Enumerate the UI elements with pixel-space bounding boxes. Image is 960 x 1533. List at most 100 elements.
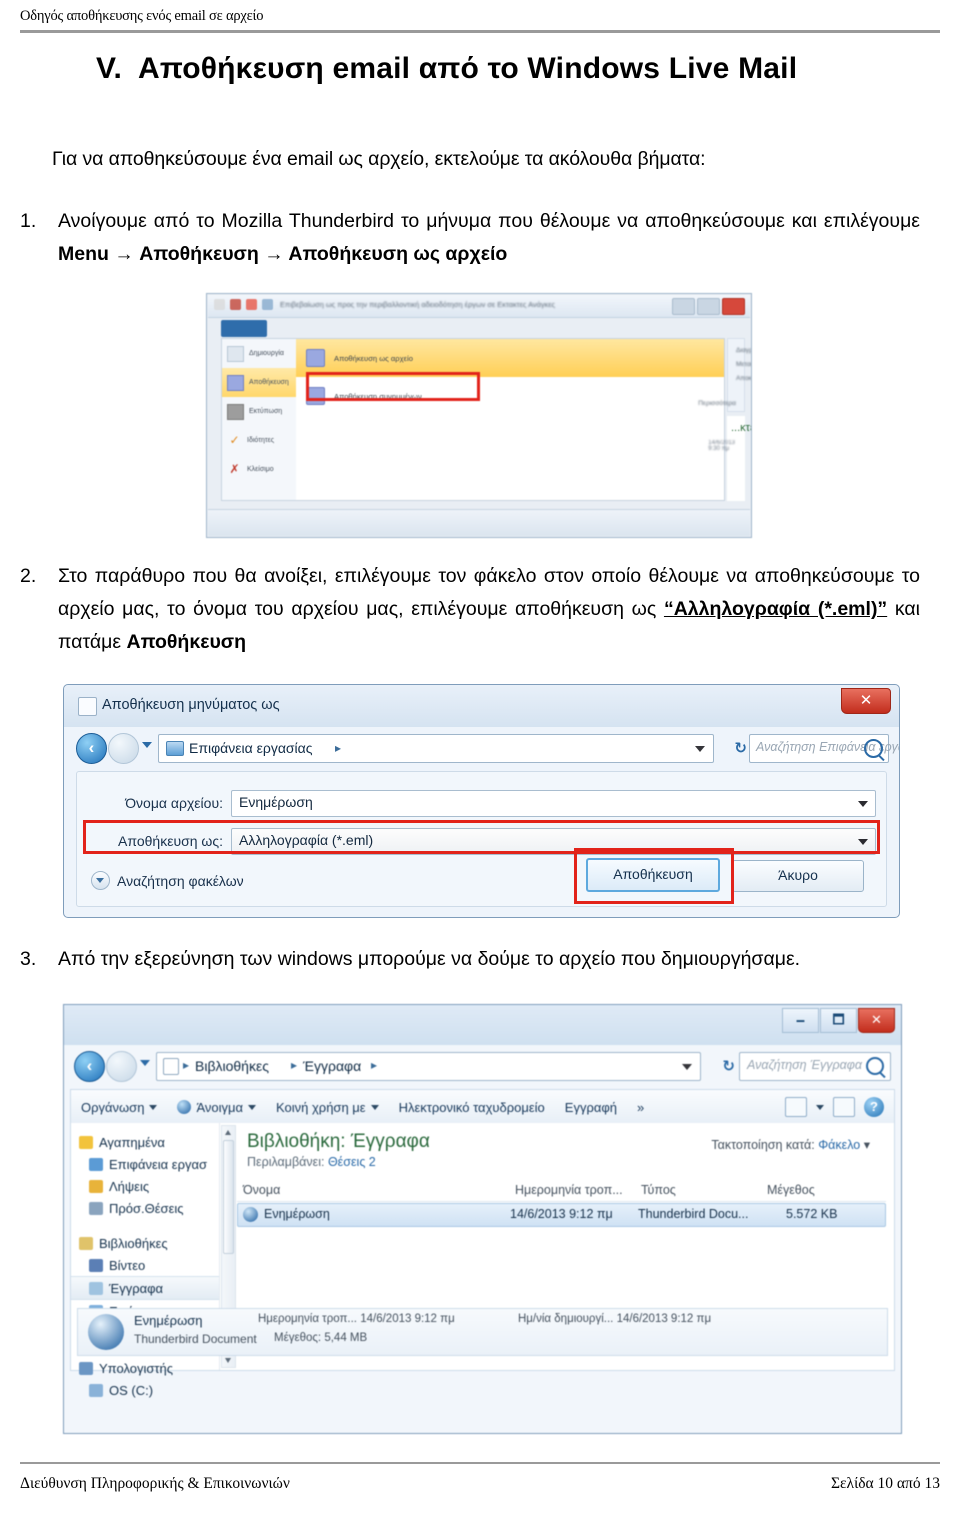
downloads-icon (89, 1179, 103, 1193)
dialog-nav-bar: ‹ Επιφάνεια εργασίας ▸ ↻ Αναζήτηση Επιφά… (64, 727, 899, 769)
step-1-text: Ανοίγουμε από το Mozilla Thunderbird το … (58, 210, 920, 232)
details-created-value: 14/6/2013 9:12 πμ (616, 1313, 712, 1325)
backstage-item-new[interactable]: Δημιουργία (222, 339, 296, 368)
toolbar-email[interactable]: Ηλεκτρονικό ταχυδρομείο (389, 1100, 555, 1115)
screenshot-thunderbird-menu: Επιβεβαίωση ως προς την περιβαλλοντική α… (206, 293, 752, 538)
backstage-item-close[interactable]: ✗ Κλείσιμο (222, 455, 296, 484)
file-name-input[interactable]: Ενημέρωση (231, 789, 876, 817)
refresh-icon[interactable]: ↻ (734, 739, 747, 757)
close-icon[interactable]: ✕ (858, 1008, 895, 1033)
step-1-bold: Menu → Αποθήκευση → Αποθήκευση ως αρχείο (58, 243, 508, 265)
back-arrow-icon[interactable]: ‹ (74, 1051, 105, 1082)
details-size-value: 5,44 MB (324, 1332, 368, 1344)
recent-locations-chevron-icon[interactable] (142, 742, 152, 748)
checkmark-icon: ✓ (229, 432, 240, 447)
help-icon[interactable]: ? (864, 1097, 884, 1117)
search-placeholder: Αναζήτηση Έγγραφα (747, 1058, 863, 1072)
minimize-icon[interactable]: 🗕 (782, 1008, 819, 1033)
address-dropdown-icon[interactable] (682, 1064, 692, 1070)
breadcrumb-sep-2-icon: ▸ (371, 1058, 378, 1072)
step-2-number: 2. (20, 565, 37, 587)
column-header-type[interactable]: Τύπος (641, 1183, 676, 1197)
cancel-button[interactable]: Άκυρο (732, 860, 864, 892)
chevron-down-icon (91, 871, 110, 890)
sidebar-item-computer[interactable]: Υπολογιστής (71, 1357, 219, 1379)
refresh-icon[interactable]: ↻ (722, 1057, 735, 1075)
dialog-search-box[interactable]: Αναζήτηση Επιφάνεια εργασί... (749, 734, 899, 763)
search-icon (864, 739, 883, 758)
backstage-item-properties[interactable]: ✓ Ιδιότητες (222, 426, 296, 455)
explorer-window-controls[interactable]: 🗕 🗖 ✕ (782, 1008, 895, 1033)
view-layout-icon[interactable] (785, 1097, 807, 1117)
sidebar-item-computer-label: Υπολογιστής (99, 1360, 174, 1376)
back-arrow-icon[interactable]: ‹ (76, 733, 107, 764)
table-row[interactable]: Ενημέρωση 14/6/2013 9:12 πμ Thunderbird … (237, 1203, 886, 1227)
file-list-column-headers: Όνομα Ημερομηνία τροπ... Τύπος Μέγεθος (237, 1179, 886, 1202)
sidebar-item-recent-places[interactable]: Πρόσ.Θέσεις (71, 1197, 219, 1219)
sidebar-item-desktop[interactable]: Επιφάνεια εργασ (71, 1153, 219, 1175)
close-icon[interactable] (722, 298, 745, 315)
column-header-modified[interactable]: Ημερομηνία τροπ... (515, 1183, 623, 1197)
documents-icon (89, 1281, 103, 1295)
backstage-item-save[interactable]: Αποθήκευση (222, 368, 296, 397)
sidebar-item-libraries-label: Βιβλιοθήκες (99, 1235, 168, 1251)
breadcrumb-libraries[interactable]: Βιβλιοθήκες (195, 1058, 269, 1074)
address-breadcrumb-bar[interactable]: ▸ Βιβλιοθήκες ▸ Έγγραφα ▸ (156, 1052, 701, 1081)
chevron-down-icon (149, 1104, 158, 1110)
file-ribbon-tab[interactable] (221, 320, 267, 337)
message-preview-area: ...κτες Ανάγκες 14/6/2013 9:30 πμ ΙΜΕΚ 8… (708, 416, 751, 501)
maximize-icon[interactable] (697, 298, 720, 315)
breadcrumb-documents[interactable]: Έγγραφα (303, 1058, 361, 1074)
ribbon-item-more[interactable]: Περισσότερα (698, 400, 736, 407)
explorer-search-box[interactable]: Αναζήτηση Έγγραφα (739, 1052, 891, 1081)
title-text: Αποθήκευση email από το Windows Live Mai… (138, 52, 798, 85)
chevron-down-icon: ▾ (863, 1138, 870, 1152)
column-header-size[interactable]: Μέγεθος (767, 1183, 815, 1197)
background-text-blurred (354, 698, 358, 713)
sidebar-item-downloads[interactable]: Λήψεις (71, 1175, 219, 1197)
sidebar-item-libraries[interactable]: Βιβλιοθήκες (71, 1232, 219, 1254)
scrollbar-thumb[interactable] (223, 1140, 234, 1254)
libraries-icon (163, 1058, 179, 1075)
step-3: 3. Από την εξερεύνηση των windows μπορού… (20, 943, 920, 976)
backstage-left-column: Δημιουργία Αποθήκευση Εκτύπωση ✓ Ιδιότητ… (222, 339, 297, 500)
toolbar-open[interactable]: Άνοιγμα (167, 1100, 266, 1115)
backstage-item-print[interactable]: Εκτύπωση (222, 397, 296, 426)
sidebar-item-documents[interactable]: Έγγραφα (71, 1276, 219, 1300)
arrange-by-control[interactable]: Τακτοποίηση κατά: Φάκελο ▾ (711, 1137, 870, 1152)
breadcrumb-location[interactable]: Επιφάνεια εργασίας (189, 740, 313, 756)
sidebar-item-videos[interactable]: Βίντεο (71, 1254, 219, 1276)
address-dropdown-icon[interactable] (695, 746, 705, 752)
chevron-down-icon[interactable] (816, 1104, 824, 1110)
minimize-icon[interactable] (672, 298, 695, 315)
address-breadcrumb-bar[interactable]: Επιφάνεια εργασίας ▸ (158, 734, 714, 763)
header-text: Οδηγός αποθήκευσης ενός email σε αρχείο (20, 8, 264, 24)
maximize-icon[interactable]: 🗖 (820, 1008, 857, 1033)
ribbon-item-move[interactable]: Μετακίνηση σε φάκελο (736, 361, 751, 368)
details-size: Μέγεθος: 5,44 MB (274, 1332, 367, 1344)
backstage-item-properties-label: Ιδιότητες (247, 437, 275, 444)
window-controls[interactable] (672, 298, 745, 315)
forward-arrow-icon[interactable] (106, 1051, 137, 1082)
toolbar-overflow[interactable]: » (627, 1100, 654, 1115)
step-2-bold: Αποθήκευση (126, 631, 247, 653)
sidebar-item-favorites[interactable]: Αγαπημένα (71, 1131, 219, 1153)
toolbar-organize[interactable]: Οργάνωση (71, 1100, 167, 1115)
backstage-item-close-label: Κλείσιμο (247, 466, 274, 473)
dialog-close-button[interactable]: ✕ (841, 688, 891, 714)
scroll-down-arrow-icon[interactable] (225, 1358, 231, 1363)
recent-locations-chevron-icon[interactable] (140, 1060, 150, 1066)
browse-folders-toggle[interactable]: Αναζήτηση φακέλων (91, 871, 244, 890)
library-locations-link[interactable]: Θέσεις 2 (328, 1155, 376, 1169)
sidebar-item-os-drive[interactable]: OS (C:) (71, 1379, 219, 1401)
scroll-up-arrow-icon[interactable] (225, 1130, 231, 1135)
file-name-dropdown-icon[interactable] (858, 800, 868, 807)
toolbar-share-with[interactable]: Κοινή χρήση με (266, 1100, 389, 1115)
ribbon-item-delete[interactable]: Διαγραφή (736, 347, 751, 354)
forward-arrow-icon[interactable] (108, 733, 139, 764)
preview-pane-icon[interactable] (833, 1097, 855, 1117)
column-header-name[interactable]: Όνομα (243, 1183, 280, 1197)
toolbar-burn[interactable]: Εγγραφή (555, 1100, 627, 1115)
ribbon-item-block[interactable]: Αποκλεισμός (736, 375, 751, 382)
details-modified-label: Ημερομηνία τροπ... (258, 1313, 358, 1325)
